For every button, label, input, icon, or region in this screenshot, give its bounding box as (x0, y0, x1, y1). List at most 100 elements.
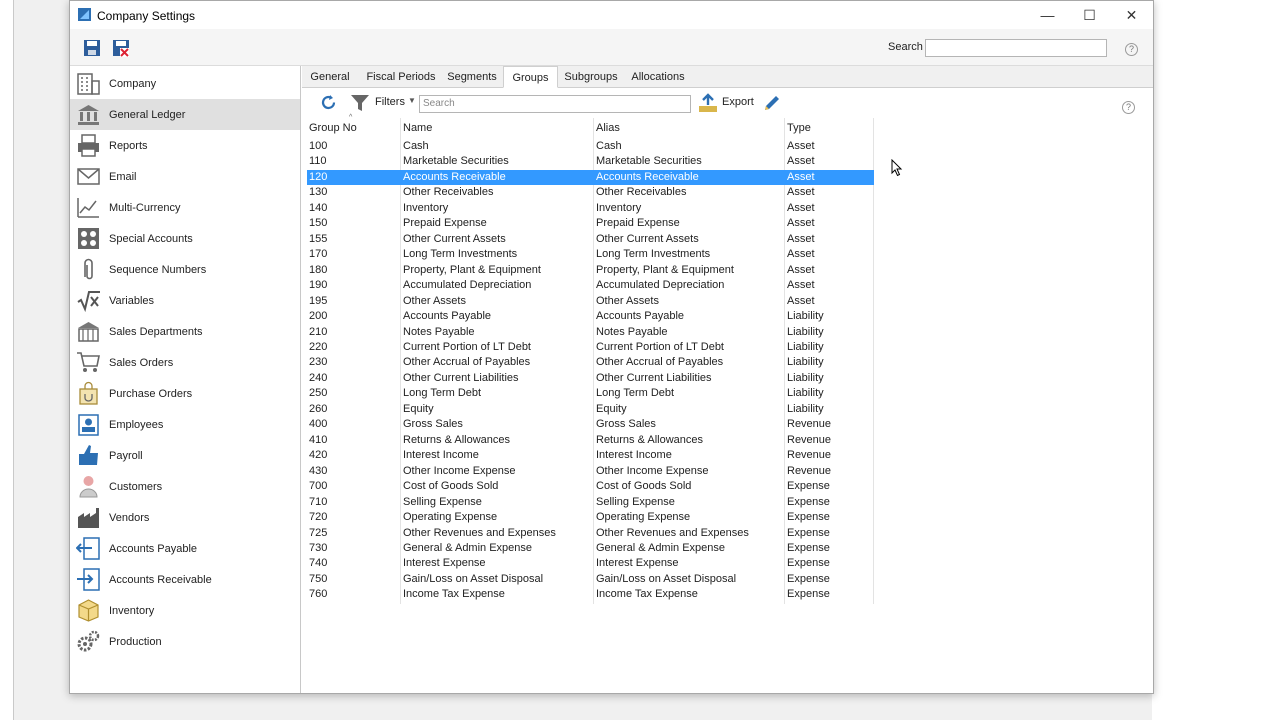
tab-subgroups[interactable]: Subgroups (563, 66, 619, 87)
table-row[interactable]: 150 Prepaid Expense Prepaid Expense Asset (307, 216, 874, 231)
table-row[interactable]: 195 Other Assets Other Assets Asset (307, 294, 874, 309)
table-cell: Other Current Liabilities (596, 371, 712, 384)
sidebar-item-accounts-receivable[interactable]: Accounts Receivable (70, 564, 300, 595)
sidebar-item-multi-currency[interactable]: Multi-Currency (70, 192, 300, 223)
table-row[interactable]: 170 Long Term Investments Long Term Invest… (307, 247, 874, 262)
sidebar-item-sales-departments[interactable]: Sales Departments (70, 316, 300, 347)
table-cell: Notes Payable (403, 325, 475, 338)
table-row[interactable]: 220 Current Portion of LT Debt Current Por… (307, 340, 874, 355)
desktop-background-right (1152, 0, 1280, 720)
table-cell: Liability (787, 371, 824, 384)
table-cell: 740 (309, 557, 328, 570)
table-cell: Current Portion of LT Debt (596, 340, 724, 353)
maximize-button[interactable]: ☐ (1069, 1, 1110, 29)
table-row[interactable]: 210 Notes Payable Notes Payable Liability (307, 325, 874, 340)
filter-icon[interactable] (350, 94, 370, 112)
filter-dropdown-icon[interactable]: ▼ (408, 96, 416, 105)
table-row[interactable]: 155 Other Current Assets Other Current Ass… (307, 232, 874, 247)
table-cell: Notes Payable (596, 325, 668, 338)
table-row[interactable]: 110 Marketable Securities Marketable Secur… (307, 154, 874, 169)
help-icon[interactable]: ? (1125, 43, 1138, 56)
table-row[interactable]: 240 Other Current Liabilities Other Curren… (307, 371, 874, 386)
table-row[interactable]: 200 Accounts Payable Accounts Payable Liabi… (307, 309, 874, 324)
settings-sidebar: Company General Ledger Reports Email Mul… (70, 66, 301, 693)
sidebar-item-sequence-numbers[interactable]: Sequence Numbers (70, 254, 300, 285)
sidebar-item-label: Special Accounts (109, 233, 193, 245)
tab-groups[interactable]: Groups (503, 66, 558, 88)
table-cell: Liability (787, 402, 824, 415)
table-row[interactable]: 740 Interest Expense Interest Expense Expen… (307, 556, 874, 571)
global-search-input[interactable] (925, 39, 1107, 57)
table-row[interactable]: 400 Gross Sales Gross Sales Revenue (307, 417, 874, 432)
table-cell: 430 (309, 464, 328, 477)
gears-icon (77, 630, 100, 652)
grid-search-input[interactable]: Search (419, 95, 691, 113)
tab-segments[interactable]: Segments (446, 66, 498, 87)
save-icon[interactable] (82, 38, 102, 58)
filters-label[interactable]: Filters (375, 96, 405, 108)
table-cell: Marketable Securities (596, 155, 702, 168)
table-row[interactable]: 700 Cost of Goods Sold Cost of Goods Sold E… (307, 479, 874, 494)
save-close-icon[interactable] (111, 38, 131, 58)
table-cell: 240 (309, 371, 328, 384)
table-row[interactable]: 230 Other Accrual of Payables Other Accrua… (307, 355, 874, 370)
sidebar-item-payroll[interactable]: Payroll (70, 440, 300, 471)
tab-allocations[interactable]: Allocations (628, 66, 688, 87)
table-row[interactable]: 250 Long Term Debt Long Term Debt Liability (307, 386, 874, 401)
table-row[interactable]: 190 Accumulated Depreciation Accumulated D… (307, 278, 874, 293)
table-row[interactable]: 260 Equity Equity Liability (307, 402, 874, 417)
sidebar-item-customers[interactable]: Customers (70, 471, 300, 502)
sidebar-item-label: Variables (109, 295, 155, 307)
table-cell: Long Term Debt (403, 387, 482, 400)
sidebar-item-inventory[interactable]: Inventory (70, 595, 300, 626)
sidebar-item-vendors[interactable]: Vendors (70, 502, 300, 533)
table-cell: Expense (787, 495, 830, 508)
table-cell: Other Accrual of Payables (596, 356, 724, 369)
pencil-icon[interactable] (763, 94, 781, 112)
sidebar-item-general-ledger[interactable]: General Ledger (70, 99, 300, 130)
sidebar-item-employees[interactable]: Employees (70, 409, 300, 440)
table-row[interactable]: 720 Operating Expense Operating Expense Exp… (307, 510, 874, 525)
table-row[interactable]: 760 Income Tax Expense Income Tax Expense E… (307, 587, 874, 602)
id-card-icon (78, 414, 99, 436)
table-row[interactable]: 750 Gain/Loss on Asset Disposal Gain/Loss … (307, 572, 874, 587)
table-row[interactable]: 180 Property, Plant & Equipment Property, … (307, 263, 874, 278)
sidebar-item-purchase-orders[interactable]: Purchase Orders (70, 378, 300, 409)
table-cell: Expense (787, 511, 830, 524)
export-label[interactable]: Export (722, 96, 754, 108)
grid-help-icon[interactable]: ? (1122, 101, 1135, 114)
table-row[interactable]: 140 Inventory Inventory Asset (307, 201, 874, 216)
sidebar-item-label: Production (109, 636, 162, 648)
printer-icon (78, 134, 99, 157)
tab-general[interactable]: General (310, 66, 350, 87)
table-cell: Selling Expense (596, 495, 675, 508)
close-button[interactable]: ✕ (1111, 1, 1152, 29)
table-row[interactable]: 725 Other Revenues and Expenses Other Reve… (307, 526, 874, 541)
sidebar-item-sales-orders[interactable]: Sales Orders (70, 347, 300, 378)
minimize-button[interactable]: — (1027, 1, 1068, 29)
sidebar-item-reports[interactable]: Reports (70, 130, 300, 161)
table-row[interactable]: 730 General & Admin Expense General & Admi… (307, 541, 874, 556)
table-row[interactable]: 130 Other Receivables Other Receivables Ass… (307, 185, 874, 200)
table-row[interactable]: 710 Selling Expense Selling Expense Expense (307, 495, 874, 510)
table-row[interactable]: 420 Interest Income Interest Income Revenue (307, 448, 874, 463)
table-cell: Other Current Assets (596, 232, 699, 245)
table-cell: Inventory (596, 201, 642, 214)
export-icon[interactable] (698, 93, 718, 113)
table-cell: Asset (787, 186, 815, 199)
table-cell: Other Income Expense (403, 464, 516, 477)
table-row[interactable]: 120 Accounts Receivable Accounts Receivabl… (307, 169, 874, 186)
sidebar-item-company[interactable]: Company (70, 68, 300, 99)
table-row[interactable]: 100 Cash Cash Asset (307, 139, 874, 154)
sidebar-item-label: Purchase Orders (109, 388, 193, 400)
table-row[interactable]: 410 Returns & Allowances Returns & Allowan… (307, 433, 874, 448)
sidebar-item-email[interactable]: Email (70, 161, 300, 192)
tab-fiscal-periods[interactable]: Fiscal Periods (366, 66, 436, 87)
refresh-icon[interactable] (320, 94, 337, 111)
sidebar-item-production[interactable]: Production (70, 626, 300, 657)
sidebar-item-accounts-payable[interactable]: Accounts Payable (70, 533, 300, 564)
table-row[interactable]: 430 Other Income Expense Other Income Expe… (307, 464, 874, 479)
sidebar-item-special-accounts[interactable]: Special Accounts (70, 223, 300, 254)
sidebar-item-label: Reports (109, 140, 148, 152)
sidebar-item-variables[interactable]: Variables (70, 285, 300, 316)
